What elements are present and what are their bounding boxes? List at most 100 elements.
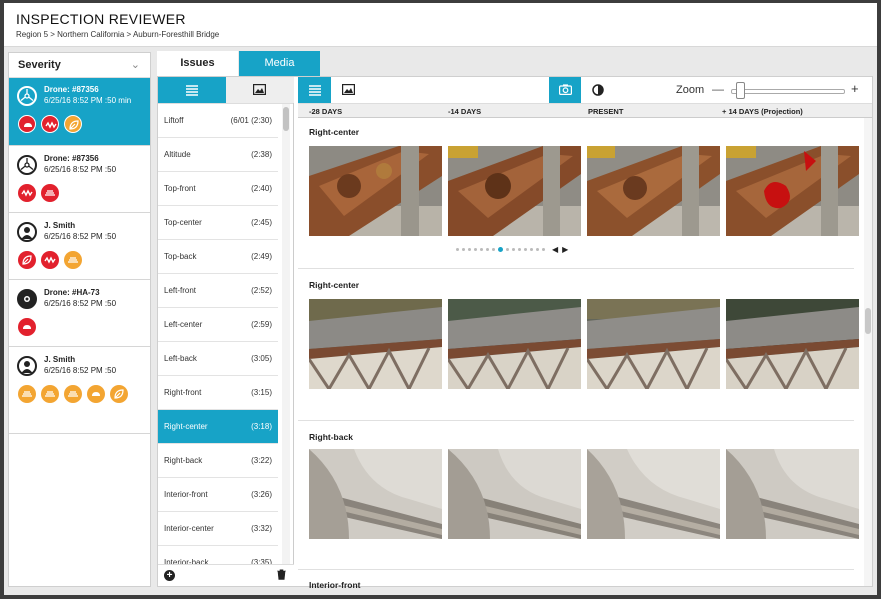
view-name: Top-front — [164, 184, 196, 193]
pager-dot[interactable] — [518, 248, 521, 252]
view-name: Interior-center — [164, 524, 214, 533]
person-icon — [17, 222, 37, 242]
pager-dot[interactable] — [462, 248, 465, 252]
view-item[interactable]: Left-center (2:59) — [158, 308, 278, 342]
tab-issues[interactable]: Issues — [157, 51, 238, 76]
severity-dropdown[interactable]: Severity ⌄ — [9, 53, 150, 78]
pager-dot[interactable] — [480, 248, 483, 252]
inspection-time: 6/25/16 8:52 PM :50 — [44, 299, 117, 308]
pager-dot[interactable] — [536, 248, 539, 252]
scroll-thumb[interactable] — [865, 308, 871, 334]
section-title: Right-center — [309, 127, 360, 137]
inspection-photo[interactable] — [448, 146, 581, 236]
crack-icon — [41, 251, 59, 269]
contrast-button[interactable] — [582, 77, 614, 103]
inspection-time: 6/25/16 8:52 PM :50 — [44, 366, 117, 375]
image-view-button[interactable] — [226, 77, 294, 103]
views-scrollbar[interactable] — [282, 104, 290, 564]
inspector-name: Drone: #87356 — [44, 154, 99, 163]
chevron-down-icon[interactable]: ⌄ — [131, 58, 140, 71]
views-footer: + — [158, 564, 294, 586]
pager-dot[interactable] — [474, 248, 477, 252]
inspection-card[interactable]: J. Smith 6/25/16 8:52 PM :50 — [9, 348, 150, 434]
view-item[interactable]: Left-back (3:05) — [158, 342, 278, 376]
view-name: Top-center — [164, 218, 202, 227]
gallery-toolbar: Zoom — + — [298, 77, 872, 104]
view-item[interactable]: Right-front (3:15) — [158, 376, 278, 410]
pager-dot[interactable] — [492, 248, 495, 252]
pager-dot[interactable] — [542, 248, 545, 252]
view-item[interactable]: Right-back (3:22) — [158, 444, 278, 478]
timeline-label: -28 DAYS — [309, 107, 343, 116]
inspection-photo[interactable] — [448, 449, 581, 539]
list-view-button[interactable] — [158, 77, 226, 103]
view-item[interactable]: Altitude (2:38) — [158, 138, 278, 172]
list-icon — [186, 85, 198, 96]
inspection-photo[interactable] — [587, 299, 720, 389]
image-gallery: Zoom — + -28 DAYS -14 DAYS PRESENT + 14 … — [298, 77, 872, 590]
view-item[interactable]: Top-center (2:45) — [158, 206, 278, 240]
scroll-thumb[interactable] — [283, 107, 289, 131]
inspection-photo[interactable] — [726, 299, 859, 389]
inspection-card[interactable]: J. Smith 6/25/16 8:52 PM :50 — [9, 214, 150, 280]
pager-dot[interactable] — [456, 248, 459, 252]
pager-dot[interactable] — [530, 248, 533, 252]
view-item[interactable]: Liftoff (6/01 (2:30) — [158, 104, 278, 138]
tab-media[interactable]: Media — [239, 51, 320, 76]
view-time: (3:05) — [251, 354, 272, 363]
image-pager[interactable]: ◀ ▶ — [456, 241, 568, 254]
inspection-photo[interactable] — [587, 449, 720, 539]
inspection-card[interactable]: Drone: #87356 6/25/16 8:52 PM :50 min — [9, 78, 150, 146]
section-title: Right-center — [309, 280, 360, 290]
inspection-photo[interactable] — [309, 449, 442, 539]
view-item[interactable]: Interior-front (3:26) — [158, 478, 278, 512]
view-item[interactable]: Top-front (2:40) — [158, 172, 278, 206]
zoom-in-button[interactable]: + — [851, 81, 859, 96]
add-view-button[interactable]: + — [164, 570, 175, 581]
grid-view-button[interactable] — [298, 77, 331, 103]
zoom-slider[interactable] — [731, 89, 845, 94]
view-name: Left-center — [164, 320, 203, 329]
view-name: Interior-front — [164, 490, 208, 499]
inspection-time: 6/25/16 8:52 PM :50 — [44, 165, 117, 174]
view-time: (3:22) — [251, 456, 272, 465]
prev-arrow-icon[interactable]: ◀ — [552, 245, 558, 254]
view-time: (2:38) — [251, 150, 272, 159]
zoom-out-button[interactable]: — — [712, 82, 724, 96]
image-view-button[interactable] — [332, 77, 365, 103]
gallery-scrollbar[interactable] — [864, 118, 872, 586]
timeline-label: -14 DAYS — [448, 107, 482, 116]
inspector-name: J. Smith — [44, 221, 76, 230]
view-item[interactable]: Interior-center (3:32) — [158, 512, 278, 546]
vegetation-icon — [64, 115, 82, 133]
inspection-photo[interactable] — [726, 146, 859, 236]
corrosion-icon — [87, 385, 105, 403]
app-header: INSPECTION REVIEWER Region 5 > Northern … — [4, 3, 877, 47]
zoom-slider-handle[interactable] — [736, 82, 746, 99]
inspection-photo[interactable] — [587, 146, 720, 236]
pager-dot[interactable] — [524, 248, 527, 252]
view-time: (2:49) — [251, 252, 272, 261]
view-name: Left-back — [164, 354, 197, 363]
pager-dot[interactable] — [468, 248, 471, 252]
pager-dot[interactable] — [506, 248, 509, 252]
inspection-photo[interactable] — [448, 299, 581, 389]
pager-dot[interactable] — [512, 248, 515, 252]
view-item[interactable]: Right-center (3:18) — [158, 410, 278, 444]
inspection-photo[interactable] — [309, 299, 442, 389]
inspection-card[interactable]: Drone: #HA-73 6/25/16 8:52 PM :50 — [9, 281, 150, 347]
section-title: Interior-front — [309, 580, 361, 590]
view-name: Liftoff — [164, 116, 184, 125]
view-item[interactable]: Top-back (2:49) — [158, 240, 278, 274]
view-item[interactable]: Left-front (2:52) — [158, 274, 278, 308]
pager-dot[interactable] — [498, 247, 503, 253]
trash-icon[interactable] — [277, 569, 286, 580]
crack-icon — [18, 184, 36, 202]
inspection-photo[interactable] — [309, 146, 442, 236]
inspection-photo[interactable] — [726, 449, 859, 539]
next-arrow-icon[interactable]: ▶ — [562, 245, 568, 254]
breadcrumb[interactable]: Region 5 > Northern California > Auburn-… — [16, 30, 219, 39]
inspection-card[interactable]: Drone: #87356 6/25/16 8:52 PM :50 — [9, 147, 150, 213]
pager-dot[interactable] — [486, 248, 489, 252]
camera-button[interactable] — [549, 77, 581, 103]
